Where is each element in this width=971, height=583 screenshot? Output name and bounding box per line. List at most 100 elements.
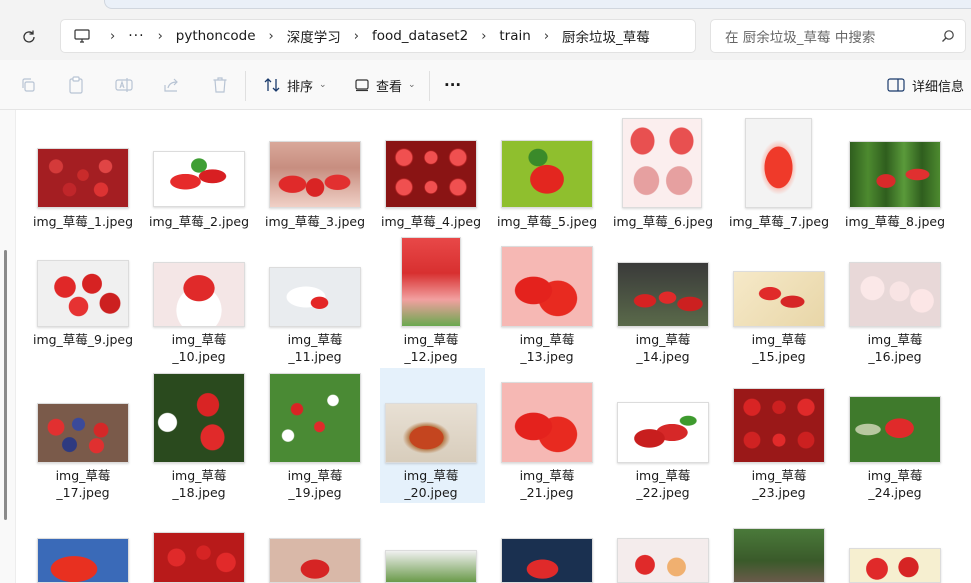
file-name-line2[interactable]: _18.jpeg	[141, 484, 257, 501]
file-name[interactable]: img_草莓_7.jpeg	[721, 213, 837, 230]
rename-button[interactable]	[114, 73, 134, 97]
details-pane-button[interactable]: 详细信息	[886, 73, 964, 97]
breadcrumb-current-folder[interactable]: 厨余垃圾_草莓	[562, 26, 650, 46]
share-button[interactable]	[162, 73, 182, 97]
file-name[interactable]: img_草莓	[837, 467, 953, 484]
file-name[interactable]: img_草莓	[141, 467, 257, 484]
thumbnail-image[interactable]	[269, 267, 361, 327]
file-name[interactable]: img_草莓	[605, 331, 721, 348]
file-name[interactable]: img_草莓_8.jpeg	[837, 213, 953, 230]
copy-button[interactable]	[18, 73, 38, 97]
thumbnail-image[interactable]	[37, 538, 129, 583]
search-input[interactable]: 在 厨余垃圾_草莓 中搜索	[710, 19, 966, 53]
file-name-line2[interactable]: _14.jpeg	[605, 348, 721, 365]
file-name[interactable]: img_草莓	[837, 331, 953, 348]
thumbnail-image[interactable]	[269, 373, 361, 463]
sort-label: 排序	[287, 79, 314, 95]
thumbnail-image[interactable]	[37, 260, 129, 327]
file-name-line2[interactable]: _13.jpeg	[489, 348, 605, 365]
file-name[interactable]: img_草莓	[373, 467, 489, 484]
file-name[interactable]: img_草莓_5.jpeg	[489, 213, 605, 230]
file-name[interactable]: img_草莓_4.jpeg	[373, 213, 489, 230]
thumbnail-image[interactable]	[849, 262, 941, 327]
thumbnail-image[interactable]	[617, 402, 709, 463]
thumbnail-image[interactable]	[269, 141, 361, 208]
breadcrumb-overflow[interactable]: ···	[128, 28, 144, 44]
file-name[interactable]: img_草莓	[373, 331, 489, 348]
file-name[interactable]: img_草莓	[489, 331, 605, 348]
file-name-line2[interactable]: _22.jpeg	[605, 484, 721, 501]
refresh-button[interactable]	[16, 24, 42, 50]
more-options-button[interactable]: ···	[444, 73, 461, 97]
file-name[interactable]: img_草莓	[489, 467, 605, 484]
thumbnail-image[interactable]	[733, 388, 825, 463]
file-name-line2[interactable]: _16.jpeg	[837, 348, 953, 365]
file-name[interactable]: img_草莓	[25, 467, 141, 484]
file-name-line2[interactable]: _20.jpeg	[373, 484, 489, 501]
thumbnail-image[interactable]	[733, 528, 825, 583]
thumbnail-image[interactable]	[153, 532, 245, 583]
scrollbar-thumb[interactable]	[4, 250, 7, 520]
chevron-right-icon: ›	[157, 28, 163, 44]
breadcrumb-deep-learning[interactable]: 深度学习	[287, 26, 341, 46]
address-bar[interactable]: › ··· › pythoncode › 深度学习 › food_dataset…	[60, 19, 696, 53]
file-name[interactable]: img_草莓_3.jpeg	[257, 213, 373, 230]
chevron-right-icon: ›	[481, 28, 487, 44]
file-name-line2[interactable]: _15.jpeg	[721, 348, 837, 365]
breadcrumb-train[interactable]: train	[499, 28, 530, 44]
view-button[interactable]: 查看 ⌄	[352, 73, 416, 97]
chevron-right-icon: ›	[110, 28, 116, 44]
chevron-down-icon: ⌄	[408, 80, 416, 90]
thumbnail-image[interactable]	[745, 118, 812, 208]
thumbnail-image[interactable]	[385, 403, 477, 463]
file-name-line2[interactable]: _11.jpeg	[257, 348, 373, 365]
nav-pane-edge	[0, 110, 16, 583]
file-name[interactable]: img_草莓	[257, 467, 373, 484]
thumbnail-image[interactable]	[385, 140, 477, 208]
thumbnail-image[interactable]	[269, 538, 361, 583]
paste-button[interactable]	[66, 73, 86, 97]
sort-button[interactable]: 排序 ⌄	[262, 73, 327, 97]
view-icon	[352, 75, 372, 95]
file-name[interactable]: img_草莓_6.jpeg	[605, 213, 721, 230]
breadcrumb-food-dataset2[interactable]: food_dataset2	[372, 28, 468, 44]
thumbnail-image[interactable]	[153, 262, 245, 327]
thumbnail-image[interactable]	[849, 141, 941, 208]
file-name[interactable]: img_草莓	[721, 331, 837, 348]
file-name[interactable]: img_草莓	[605, 467, 721, 484]
file-name[interactable]: img_草莓	[141, 331, 257, 348]
file-name-line2[interactable]: _17.jpeg	[25, 484, 141, 501]
file-name-line2[interactable]: _19.jpeg	[257, 484, 373, 501]
file-name[interactable]: img_草莓_1.jpeg	[25, 213, 141, 230]
thumbnail-image[interactable]	[501, 382, 593, 463]
thumbnail-image[interactable]	[501, 538, 593, 583]
thumbnail-image[interactable]	[153, 151, 245, 207]
thumbnail-image[interactable]	[617, 538, 709, 583]
file-name[interactable]: img_草莓_2.jpeg	[141, 213, 257, 230]
thumbnail-image[interactable]	[153, 373, 245, 463]
file-name-line2[interactable]: _23.jpeg	[721, 484, 837, 501]
thumbnail-image[interactable]	[501, 140, 593, 208]
thumbnail-image[interactable]	[385, 550, 477, 583]
thumbnail-image[interactable]	[849, 548, 941, 583]
thumbnail-image[interactable]	[37, 148, 129, 208]
thumbnail-image[interactable]	[401, 237, 461, 327]
file-name[interactable]: img_草莓_9.jpeg	[25, 331, 141, 348]
file-name-line2[interactable]: _21.jpeg	[489, 484, 605, 501]
file-name-line2[interactable]: _12.jpeg	[373, 348, 489, 365]
thumbnail-image[interactable]	[501, 246, 593, 327]
thumbnail-image[interactable]	[617, 262, 709, 327]
file-name[interactable]: img_草莓	[257, 331, 373, 348]
file-name-line2[interactable]: _10.jpeg	[141, 348, 257, 365]
file-name[interactable]: img_草莓	[721, 467, 837, 484]
details-label: 详细信息	[912, 79, 965, 95]
chevron-down-icon: ⌄	[319, 80, 327, 90]
delete-button[interactable]	[210, 73, 230, 97]
command-bar: 排序 ⌄ 查看 ⌄ ··· 详细信息	[0, 60, 971, 110]
thumbnail-image[interactable]	[733, 271, 825, 327]
breadcrumb-pythoncode[interactable]: pythoncode	[176, 28, 256, 44]
thumbnail-image[interactable]	[622, 118, 702, 208]
file-name-line2[interactable]: _24.jpeg	[837, 484, 953, 501]
thumbnail-image[interactable]	[37, 403, 129, 463]
thumbnail-image[interactable]	[849, 396, 941, 463]
